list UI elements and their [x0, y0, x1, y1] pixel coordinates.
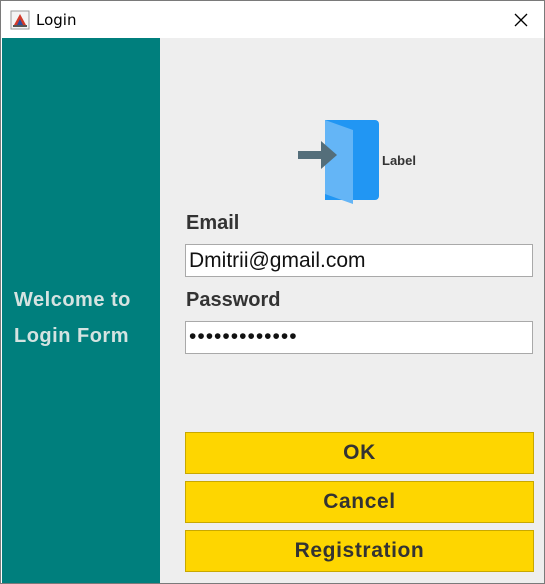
logo-label: Label: [382, 153, 416, 168]
password-field[interactable]: •••••••••••••: [185, 321, 533, 354]
ok-button[interactable]: OK: [185, 432, 534, 474]
ok-button-label: OK: [343, 441, 376, 464]
close-button[interactable]: [498, 1, 544, 38]
registration-button-label: Registration: [294, 539, 425, 562]
cancel-button-label: Cancel: [323, 490, 396, 513]
welcome-text: Welcome to Login Form: [14, 282, 158, 354]
welcome-line-2: Login Form: [14, 325, 129, 347]
email-label: Email: [186, 212, 240, 234]
welcome-line-1: Welcome to: [14, 289, 131, 311]
close-icon: [514, 13, 528, 26]
login-form: Label Email Password ••••••••••••• OK Ca…: [160, 38, 544, 583]
welcome-sidebar: Welcome to Login Form: [2, 38, 160, 583]
window-title: Login: [36, 11, 77, 29]
email-field[interactable]: [185, 244, 533, 277]
login-door-icon: [298, 120, 379, 204]
password-mask: •••••••••••••: [189, 324, 298, 348]
password-label: Password: [186, 289, 281, 311]
title-bar[interactable]: Login: [1, 1, 544, 38]
registration-button[interactable]: Registration: [185, 530, 534, 572]
java-app-icon: [10, 10, 30, 30]
login-window: Login Welcome to Login Form Label Email …: [0, 0, 545, 584]
cancel-button[interactable]: Cancel: [185, 481, 534, 523]
